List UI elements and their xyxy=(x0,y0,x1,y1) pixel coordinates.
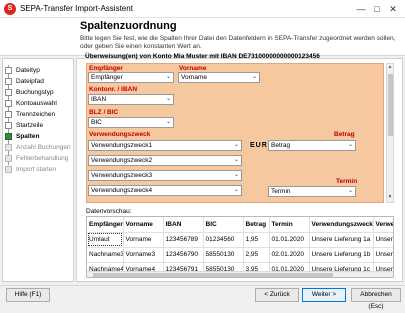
page-title: Spaltenzuordnung xyxy=(80,20,177,32)
cancel-button[interactable]: Abbrechen (Esc) xyxy=(351,288,401,310)
termin-label: Termin xyxy=(336,178,358,185)
blz-label: BLZ / BIC xyxy=(89,109,119,116)
window-controls: — □ ✕ xyxy=(353,2,401,16)
vorname-select[interactable]: Vorname ⌄ xyxy=(178,72,260,83)
konto-label: Kontonr. / IBAN xyxy=(89,86,138,93)
column-header[interactable]: Termin xyxy=(269,217,310,233)
preview-label: Datenvorschau: xyxy=(86,208,132,215)
scroll-up-icon[interactable]: ▲ xyxy=(387,64,393,72)
step-pending-icon xyxy=(5,154,12,162)
step-import-starten: Import starten xyxy=(5,164,73,174)
step-anzahl-buchungen: Anzahl Buchungen xyxy=(5,142,73,152)
chevron-down-icon: ⌄ xyxy=(165,119,171,125)
empfaenger-label: Empfänger xyxy=(89,65,123,72)
table-cell[interactable]: 2,95 xyxy=(243,247,270,263)
table-cell[interactable]: 01234560 xyxy=(203,232,244,248)
chevron-down-icon: ⌄ xyxy=(233,142,239,148)
vorname-label: Vorname xyxy=(179,65,207,72)
zweck3-select[interactable]: Verwendungszweck3 ⌄ xyxy=(88,170,242,181)
currency-label: EUR xyxy=(250,142,268,149)
column-header[interactable]: Betrag xyxy=(243,217,270,233)
step-check-icon xyxy=(5,99,12,107)
table-cell[interactable]: Vorname xyxy=(123,232,164,248)
step-spalten: Spalten xyxy=(5,131,73,141)
table-cell[interactable]: Unsere Lieferung 1a xyxy=(309,232,374,248)
chevron-down-icon: ⌄ xyxy=(347,188,353,194)
table-cell[interactable]: 123456790 xyxy=(163,247,204,263)
page-description: Bitte legen Sie fest, wie die Spalten Ih… xyxy=(80,35,396,50)
step-buchungstyp: Buchungstyp xyxy=(5,87,73,97)
wizard-header: Spaltenzuordnung Bitte legen Sie fest, w… xyxy=(0,18,405,56)
konto-select[interactable]: IBAN ⌄ xyxy=(88,94,174,105)
column-header[interactable]: Verwendungszweck xyxy=(309,217,374,233)
zweck1-select[interactable]: Verwendungszweck1 ⌄ xyxy=(88,140,242,151)
column-header[interactable]: Vorname xyxy=(123,217,164,233)
step-check-icon xyxy=(5,66,12,74)
step-pending-icon xyxy=(5,165,12,173)
chevron-down-icon: ⌄ xyxy=(233,187,239,193)
step-check-icon xyxy=(5,121,12,129)
preview-horizontal-scrollbar[interactable] xyxy=(87,271,393,277)
table-cell[interactable]: Unsere Liefer xyxy=(373,247,393,263)
step-startzeile: Startzeile xyxy=(5,120,73,130)
table-cell[interactable]: 58550130 xyxy=(203,247,244,263)
betrag-select[interactable]: Betrag ⌄ xyxy=(268,140,356,151)
table-cell[interactable]: 02.01.2020 xyxy=(269,247,310,263)
termin-select[interactable]: Termin ⌄ xyxy=(268,186,356,197)
zweck-label: Verwendungszweck xyxy=(89,131,151,138)
column-header[interactable]: Verwendun xyxy=(373,217,393,233)
chevron-down-icon: ⌄ xyxy=(347,142,353,148)
blz-select[interactable]: BIC ⌄ xyxy=(88,117,174,128)
table-row[interactable]: Umlaut Vorname 123456789 01234560 1,95 0… xyxy=(87,232,393,248)
step-kontoauswahl: Kontoauswahl xyxy=(5,98,73,108)
table-cell[interactable]: 1,95 xyxy=(243,232,270,248)
zweck2-select[interactable]: Verwendungszweck2 ⌄ xyxy=(88,155,242,166)
betrag-label: Betrag xyxy=(334,131,355,138)
step-dateipfad: Dateipfad xyxy=(5,76,73,86)
table-cell[interactable]: Umlaut xyxy=(87,232,124,248)
table-cell[interactable]: Unsere Liefer xyxy=(373,232,393,248)
column-header[interactable]: Empfänger xyxy=(87,217,124,233)
app-logo-icon: S xyxy=(4,3,16,15)
chevron-down-icon: ⌄ xyxy=(251,74,257,80)
scrollbar-thumb[interactable] xyxy=(388,74,393,136)
back-button[interactable]: < Zurück xyxy=(255,288,299,302)
step-check-icon xyxy=(5,88,12,96)
step-dateityp: Dateityp xyxy=(5,65,73,75)
table-cell[interactable]: Unsere Lieferung 1b xyxy=(309,247,374,263)
help-button[interactable]: Hilfe (F1) xyxy=(6,288,50,302)
account-title: Überweisung(en) von Konto Mia Muster mit… xyxy=(85,53,320,60)
table-row[interactable]: Nachname3 Vorname3 123456790 58550130 2,… xyxy=(87,247,393,263)
mapping-scrollbar[interactable]: ▲ ▼ xyxy=(386,63,394,203)
scroll-down-icon[interactable]: ▼ xyxy=(387,194,393,202)
step-trennzeichen: Trennzeichen xyxy=(5,109,73,119)
close-icon[interactable]: ✕ xyxy=(385,2,401,16)
maximize-icon[interactable]: □ xyxy=(369,2,385,16)
empfaenger-select[interactable]: Empfänger ⌄ xyxy=(88,72,174,83)
column-header[interactable]: BIC xyxy=(203,217,244,233)
step-pending-icon xyxy=(5,143,12,151)
table-header-row: Empfänger Vorname IBAN BIC Betrag Termin… xyxy=(87,217,393,233)
table-cell[interactable]: 01.01.2020 xyxy=(269,232,310,248)
minimize-icon[interactable]: — xyxy=(353,2,369,16)
scrollbar-thumb[interactable] xyxy=(93,273,333,277)
chevron-down-icon: ⌄ xyxy=(233,172,239,178)
zweck4-select[interactable]: Verwendungszweck4 ⌄ xyxy=(88,185,242,196)
chevron-down-icon: ⌄ xyxy=(233,157,239,163)
table-cell[interactable]: Vorname3 xyxy=(123,247,164,263)
step-check-icon xyxy=(5,77,12,85)
window-title: SEPA-Transfer Import-Assistent xyxy=(20,4,133,13)
table-cell[interactable]: Nachname3 xyxy=(87,247,124,263)
step-fehlerbehandlung: Fehlerbehandlung xyxy=(5,153,73,163)
column-header[interactable]: IBAN xyxy=(163,217,204,233)
data-preview-table[interactable]: Empfänger Vorname IBAN BIC Betrag Termin… xyxy=(86,216,394,278)
step-active-icon xyxy=(5,132,12,140)
chevron-down-icon: ⌄ xyxy=(165,96,171,102)
chevron-down-icon: ⌄ xyxy=(165,74,171,80)
next-button[interactable]: Weiter > xyxy=(302,288,346,302)
step-check-icon xyxy=(5,110,12,118)
wizard-steps: Dateityp Dateipfad Buchungstyp Kontoausw… xyxy=(2,58,74,282)
title-bar: S SEPA-Transfer Import-Assistent — □ ✕ xyxy=(0,0,405,18)
table-cell[interactable]: 123456789 xyxy=(163,232,204,248)
